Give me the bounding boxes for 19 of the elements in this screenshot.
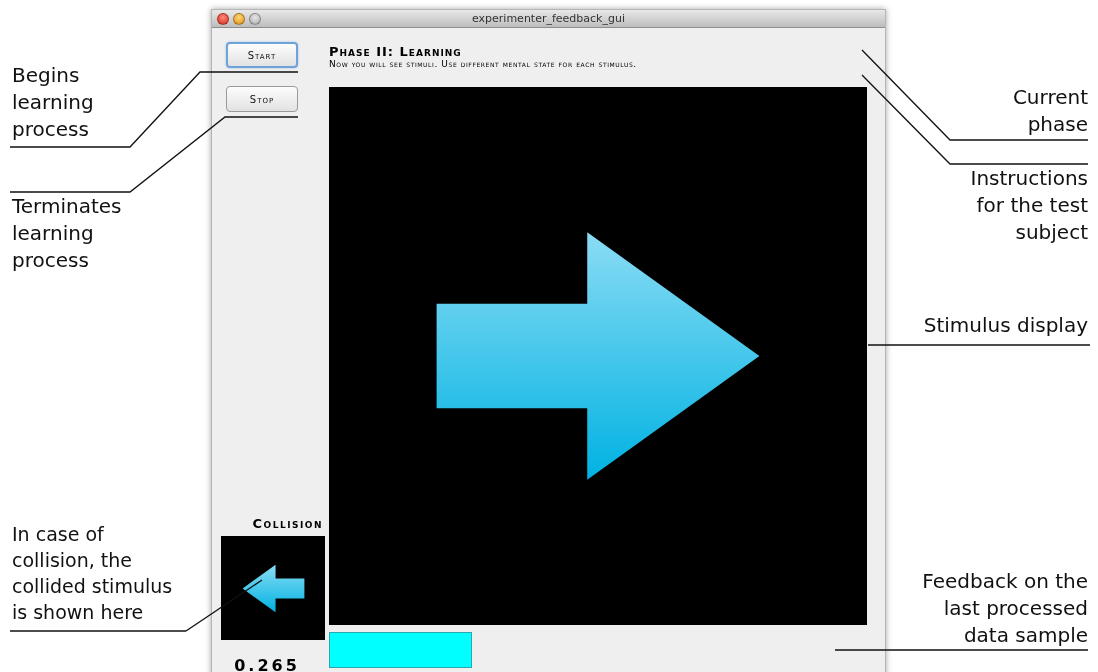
arrow-icon [242, 564, 304, 612]
feedback-value: 0.265 [233, 654, 301, 672]
annotation-text: Begins learning process [12, 62, 94, 143]
close-button[interactable] [217, 12, 229, 25]
stop-button[interactable]: Stop [226, 86, 298, 112]
annotation-text: Terminates learning process [12, 193, 122, 274]
annotation-text: Current phase [1012, 84, 1088, 138]
annotation-text: Stimulus display [923, 312, 1088, 339]
collision-label: Collision [252, 516, 323, 531]
zoom-button[interactable] [249, 12, 261, 25]
window-title: experimenter_feedback_gui [472, 12, 625, 25]
phase-title: Phase II: Learning [329, 44, 463, 59]
annotation-text: In case of collision, the collided stimulus is shown here [12, 522, 173, 625]
minimize-button[interactable] [233, 12, 245, 25]
instructions-text: Now you will see stimuli. Use different mental state for each stimulus. [329, 59, 638, 70]
annotation-text: Instructions for the test subject [970, 165, 1088, 246]
annotation-text: Feedback on the last processed data sample [922, 568, 1088, 649]
start-button[interactable]: Start [226, 42, 298, 68]
arrow-icon [436, 232, 760, 480]
